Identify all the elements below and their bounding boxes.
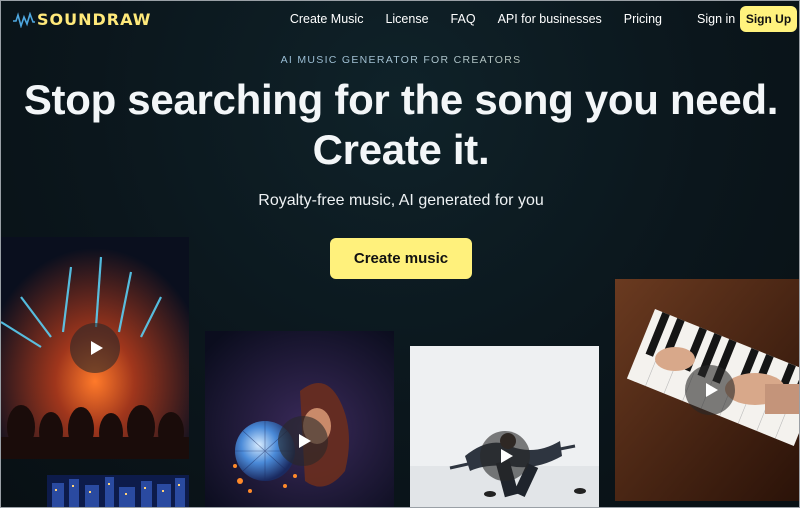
tile-disco-ball-singer[interactable] [205, 331, 394, 507]
logo[interactable]: SOUNDRAW [13, 10, 151, 29]
nav-link-create-music[interactable]: Create Music [279, 12, 375, 26]
play-button[interactable] [278, 416, 328, 466]
play-button[interactable] [480, 431, 530, 481]
page-frame: SOUNDRAW Create Music License FAQ API fo… [0, 0, 800, 508]
nav-link-api[interactable]: API for businesses [487, 12, 613, 26]
dancer-image [410, 346, 599, 507]
sign-up-button[interactable]: Sign Up [740, 6, 797, 32]
hero-headline: Stop searching for the song you need. Cr… [1, 75, 799, 175]
nav-link-license[interactable]: License [374, 12, 439, 26]
hero-subhead: Royalty-free music, AI generated for you [258, 192, 544, 209]
tile-city-night[interactable] [47, 475, 189, 507]
nav-link-faq[interactable]: FAQ [440, 12, 487, 26]
top-nav: SOUNDRAW Create Music License FAQ API fo… [1, 1, 799, 37]
waveform-logo-icon [13, 11, 35, 28]
play-icon [706, 383, 718, 397]
city-image [47, 475, 189, 507]
sign-in-link[interactable]: Sign in [697, 12, 735, 26]
headline-line-1: Stop searching for the song you need. [23, 76, 779, 123]
play-button[interactable] [70, 323, 120, 373]
play-icon [299, 434, 311, 448]
tile-concert-crowd[interactable] [1, 237, 189, 459]
tile-piano-hands[interactable] [615, 279, 799, 501]
nav-links: Create Music License FAQ API for busines… [279, 1, 673, 37]
play-icon [91, 341, 103, 355]
create-music-button[interactable]: Create music [330, 238, 472, 279]
hero-eyebrow: AI MUSIC GENERATOR FOR CREATORS [1, 54, 799, 66]
nav-link-pricing[interactable]: Pricing [613, 12, 673, 26]
brand-name: SOUNDRAW [37, 10, 152, 29]
headline-line-2: Create it. [312, 126, 490, 173]
tile-dancer-jumping[interactable] [410, 346, 599, 507]
play-button[interactable] [685, 365, 735, 415]
play-icon [501, 449, 513, 463]
